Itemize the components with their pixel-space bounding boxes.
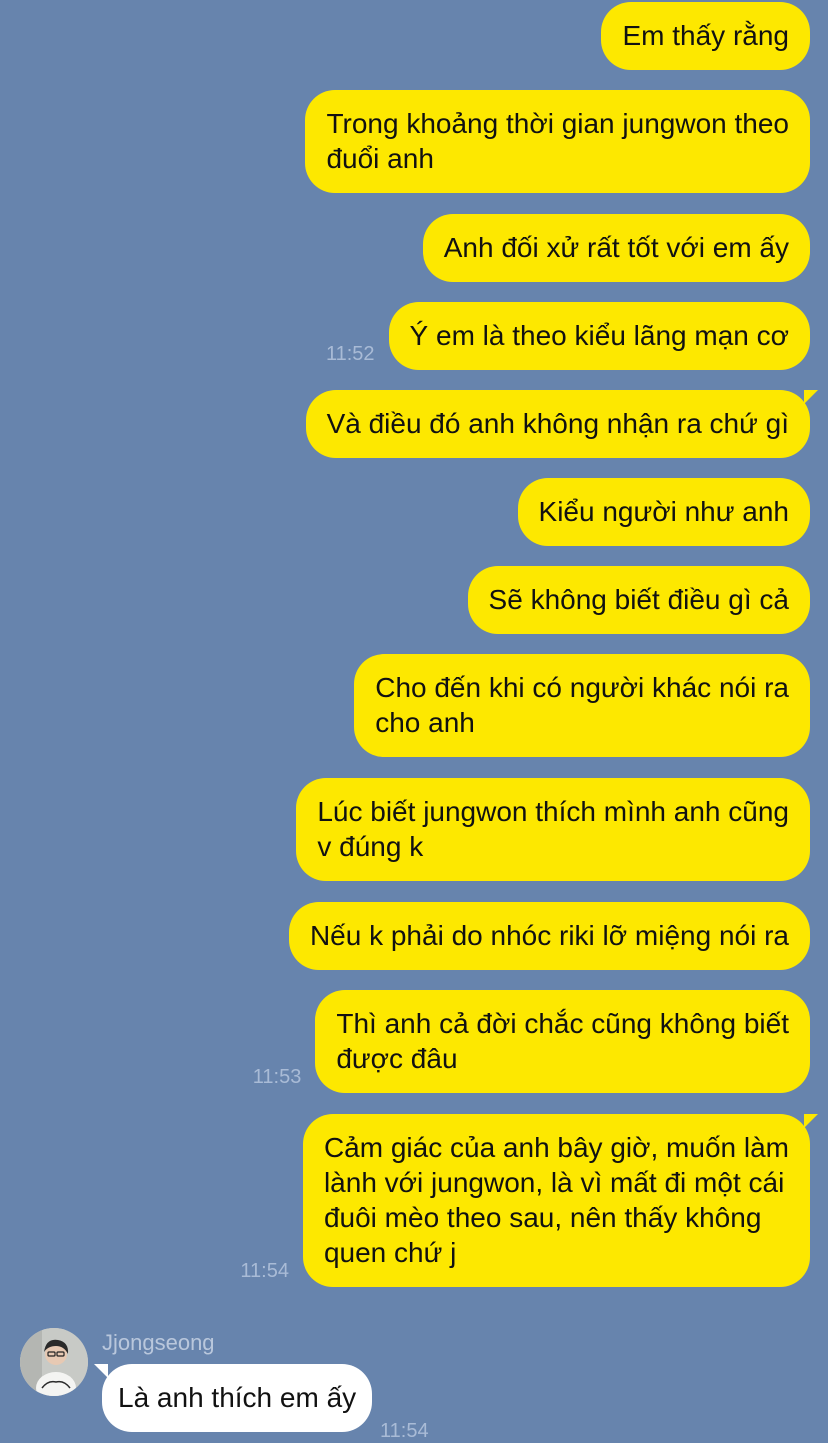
outgoing-message-bubble[interactable]: Cho đến khi có người khác nói ra cho anh [354,654,810,757]
message-time: 11:54 [380,1420,429,1442]
message-row: Cho đến khi có người khác nói ra cho anh [340,654,810,757]
message-row: Nếu k phải do nhóc riki lỡ miệng nói ra [275,902,810,970]
message-row: 11:52 Ý em là theo kiểu lãng mạn cơ [326,302,810,370]
outgoing-message-bubble[interactable]: Ý em là theo kiểu lãng mạn cơ [388,302,810,370]
message-row: 11:53 Thì anh cả đời chắc cũng không biế… [253,990,810,1093]
outgoing-message-bubble[interactable]: Trong khoảng thời gian jungwon theo đuổi… [305,90,810,193]
message-time: 11:52 [325,343,375,365]
incoming-message-bubble[interactable]: Là anh thích em ấy [93,1364,373,1432]
avatar[interactable] [20,1328,88,1396]
message-row: Sẽ không biết điều gì cả [454,566,810,634]
message-row: 11:54 Cảm giác của anh bây giờ, muốn làm… [240,1114,819,1287]
message-row: Em thấy rằng [587,2,810,70]
sender-name: Jjongseong [102,1330,215,1355]
message-time: 11:54 [240,1260,289,1282]
profile-photo-icon [20,1328,88,1396]
message-row: Lúc biết jungwon thích mình anh cũng v đ… [282,778,810,881]
outgoing-message-bubble[interactable]: Và điều đó anh không nhận ra chứ gì [305,390,819,458]
message-row: Anh đối xử rất tốt với em ấy [409,214,810,282]
outgoing-message-bubble[interactable]: Anh đối xử rất tốt với em ấy [422,214,810,282]
message-row: Và điều đó anh không nhận ra chứ gì [292,390,819,458]
outgoing-message-bubble[interactable]: Em thấy rằng [601,2,810,70]
outgoing-message-bubble[interactable]: Cảm giác của anh bây giờ, muốn làm lành … [302,1114,819,1287]
chat-view[interactable]: Em thấy rằng Trong khoảng thời gian jung… [0,0,828,1442]
outgoing-message-bubble[interactable]: Sẽ không biết điều gì cả [467,566,810,634]
message-row: Kiểu người như anh [504,478,810,546]
message-row: Trong khoảng thời gian jungwon theo đuổi… [291,90,810,193]
message-time: 11:53 [252,1066,302,1088]
outgoing-message-bubble[interactable]: Kiểu người như anh [517,478,810,546]
outgoing-message-bubble[interactable]: Nếu k phải do nhóc riki lỡ miệng nói ra [288,902,810,970]
outgoing-message-bubble[interactable]: Thì anh cả đời chắc cũng không biết được… [315,990,810,1093]
outgoing-message-bubble[interactable]: Lúc biết jungwon thích mình anh cũng v đ… [296,778,810,881]
